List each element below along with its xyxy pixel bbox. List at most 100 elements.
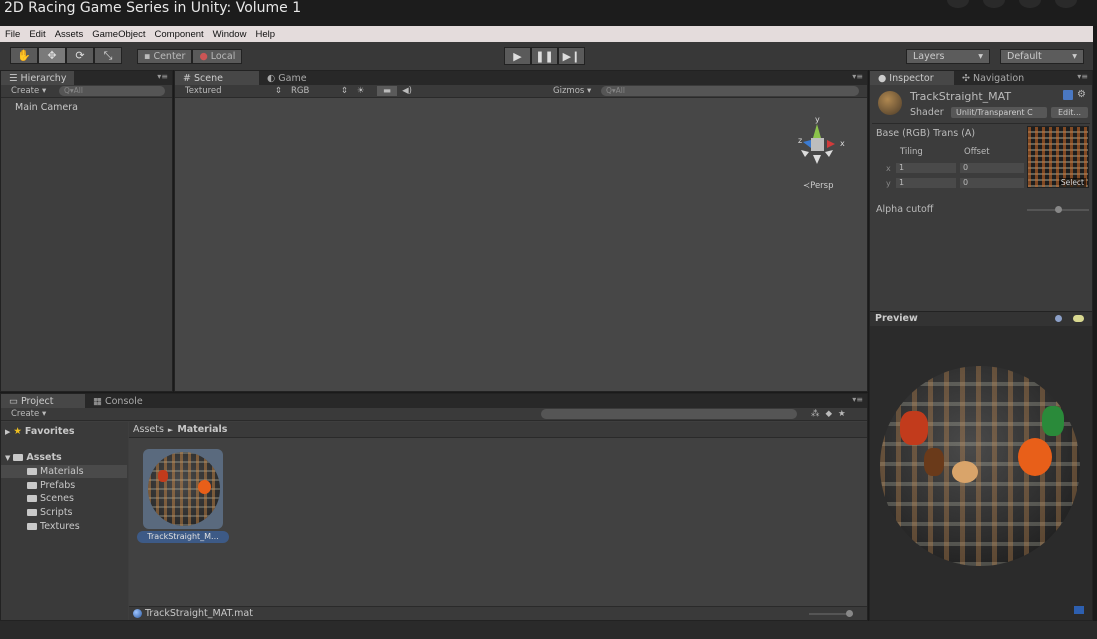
image-effects-icon[interactable]: ▬ [377,86,397,96]
scene-panel: # Scene ◐ Game ▾≡ Textured ⇕ RGB ⇕ ☀ ▬ ◀) … [174,70,868,392]
offset-y-field[interactable]: 0 [960,178,1024,188]
layout-dropdown[interactable]: Default ▾ [1000,49,1084,64]
tree-folder-materials[interactable]: Materials [1,465,127,478]
preview-lighting-icon[interactable] [1073,315,1084,322]
lighting-icon[interactable]: ☀ [357,86,377,96]
local-icon: ● [199,51,208,62]
tree-assets-label: Assets [26,452,62,463]
video-control-icon[interactable] [947,0,969,8]
pivot-local-button[interactable]: ● Local [192,49,243,64]
expand-arrow-icon: ▶ [5,427,11,436]
filter-type-icon[interactable]: ⁂ [811,409,820,419]
chevron-down-icon: ▾ [1072,51,1077,62]
project-search-input[interactable] [541,409,797,419]
tiling-y-field[interactable]: 1 [896,178,956,188]
hierarchy-item-main-camera[interactable]: Main Camera [15,102,78,113]
menu-gameobject[interactable]: GameObject [92,29,145,40]
hand-tool-button[interactable]: ✋ [10,47,38,64]
video-control-icon[interactable] [1019,0,1041,8]
slider-knob[interactable] [846,610,853,617]
tree-folder-scripts[interactable]: Scripts [27,507,73,518]
tab-navigation[interactable]: ✣ Navigation [954,71,1032,85]
play-button[interactable]: ▶ [504,47,531,65]
pause-button[interactable]: ❚❚ [531,47,558,65]
tiling-label: Tiling [900,147,923,157]
rotate-tool-button[interactable]: ⟳ [66,47,94,64]
scale-tool-button[interactable]: ⤡ [94,47,122,64]
tab-inspector[interactable]: ● Inspector [870,71,954,85]
texture-slot[interactable]: Select [1027,126,1089,188]
tree-folder-prefabs[interactable]: Prefabs [27,480,75,491]
tab-hierarchy-label: Hierarchy [20,72,67,84]
asset-tile-label[interactable]: TrackStraight_M... [137,531,229,543]
video-title-text: 2D Racing Game Series in Unity: Volume 1 [4,0,302,16]
tab-game[interactable]: ◐ Game [259,71,315,85]
breadcrumb-assets[interactable]: Assets [133,424,164,435]
hierarchy-search-input[interactable]: Q▾All [59,86,165,96]
tab-console[interactable]: ▦ Console [85,394,151,408]
texture-select-button[interactable]: Select [1058,178,1086,187]
preview-viewport[interactable] [870,326,1092,620]
material-preview-sphere [880,366,1080,566]
menu-assets[interactable]: Assets [55,29,84,40]
project-create-button[interactable]: Create ▾ [1,409,541,419]
layers-dropdown[interactable]: Layers ▾ [906,49,990,64]
shader-edit-button[interactable]: Edit... [1051,107,1088,118]
chat-icon[interactable] [1074,606,1084,614]
panel-menu-icon[interactable]: ▾≡ [157,72,168,81]
render-mode-dropdown[interactable]: Textured [175,86,275,96]
gear-icon[interactable]: ⚙ [1077,89,1086,100]
material-icon [133,609,142,618]
project-folder-tree: ▶ ★ Favorites ▼ Assets Materials Prefabs… [1,422,128,620]
alpha-cutoff-slider[interactable] [1027,206,1089,213]
favorite-icon[interactable]: ★ [838,409,846,419]
audio-icon[interactable]: ◀) [397,86,417,96]
step-button[interactable]: ▶❙ [558,47,585,65]
tiling-x-field[interactable]: 1 [896,163,956,173]
tree-folder-label: Prefabs [40,480,76,491]
panel-menu-icon[interactable]: ▾≡ [1077,72,1088,81]
filter-label-icon[interactable]: ◆ [826,409,833,419]
pivot-center-button[interactable]: ▪ Center [137,49,193,64]
asset-tile-selected[interactable] [143,449,223,529]
menu-file[interactable]: File [5,29,20,40]
material-thumbnail [878,91,902,115]
tree-folder-label: Textures [40,521,80,532]
preview-panel: Preview [869,311,1093,621]
scene-tabbar: # Scene ◐ Game ▾≡ [175,71,867,85]
tab-hierarchy[interactable]: ☰ Hierarchy [1,71,75,85]
video-control-icon[interactable] [983,0,1005,8]
panel-menu-icon[interactable]: ▾≡ [852,395,863,404]
color-mode-dropdown[interactable]: RGB [291,86,341,96]
menu-edit[interactable]: Edit [29,29,45,40]
slider-knob[interactable] [1055,206,1062,213]
layout-label: Default [1007,51,1042,62]
tab-scene[interactable]: # Scene [175,71,259,85]
move-icon: ✥ [47,49,57,62]
breadcrumb-materials[interactable]: Materials [177,424,227,435]
video-control-icon[interactable] [1055,0,1077,8]
scene-search-input[interactable]: Q▾All [601,86,859,96]
preview-mesh-icon[interactable] [1055,315,1062,322]
shader-dropdown[interactable]: Unlit/Transparent C [951,107,1047,118]
tab-project[interactable]: ▭ Project [1,394,85,408]
tree-assets[interactable]: ▼ Assets [5,452,62,463]
play-icon: ▶ [513,49,522,63]
offset-x-field[interactable]: 0 [960,163,1024,173]
scene-viewport[interactable]: y z x ≺Persp [175,98,867,391]
gizmos-dropdown[interactable]: Gizmos ▾ [553,86,601,96]
scene-orientation-gizmo[interactable]: y z x ≺Persp [795,112,855,192]
tree-folder-textures[interactable]: Textures [27,521,80,532]
center-icon: ▪ [144,51,151,62]
hierarchy-create-button[interactable]: Create ▾ [1,86,59,96]
menu-component[interactable]: Component [155,29,204,40]
menu-help[interactable]: Help [255,29,275,40]
tree-folder-scenes[interactable]: Scenes [27,493,74,504]
panel-menu-icon[interactable]: ▾≡ [852,72,863,81]
tree-favorites[interactable]: ▶ ★ Favorites [5,426,75,437]
x-label: x [886,164,891,173]
zoom-slider[interactable] [809,610,853,617]
menu-window[interactable]: Window [213,29,247,40]
help-icon[interactable] [1063,90,1073,100]
move-tool-button[interactable]: ✥ [38,47,66,64]
